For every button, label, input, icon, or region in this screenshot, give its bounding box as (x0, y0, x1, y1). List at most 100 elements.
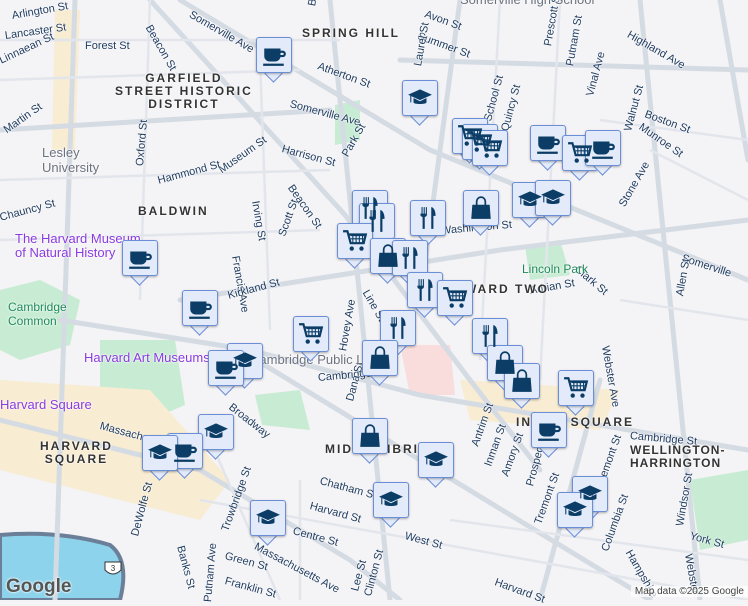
shopping-cart-marker[interactable] (558, 370, 594, 416)
marker-body (362, 340, 398, 376)
neighborhood-label: GARFIELD STREET HISTORIC DISTRICT (115, 71, 253, 111)
shopping-cart-icon (443, 287, 468, 308)
cafe-marker[interactable] (208, 350, 244, 396)
neighborhood-label: BALDWIN (138, 204, 209, 218)
restaurant-marker[interactable] (410, 200, 446, 246)
high-school-label: Somerville High School (460, 0, 594, 7)
shopping-cart-marker[interactable] (437, 280, 473, 326)
street-label: Forest St (85, 40, 130, 52)
school-marker[interactable] (557, 492, 593, 538)
marker-body (198, 414, 234, 450)
shopping-cart-icon (299, 323, 324, 344)
marker-body (142, 435, 178, 471)
shopping-cart-marker[interactable] (337, 223, 373, 269)
school-icon (541, 189, 565, 204)
marker-body (392, 240, 428, 276)
school-icon (563, 501, 587, 516)
school-icon (408, 89, 432, 104)
cafe-icon (537, 136, 560, 154)
marker-body (410, 200, 446, 236)
shopping-bag-marker[interactable] (463, 190, 499, 236)
marker-body (558, 370, 594, 406)
school-icon (256, 509, 280, 524)
marker-body (531, 412, 567, 448)
marker-body (557, 492, 593, 528)
marker-body (535, 180, 571, 216)
marker-body (373, 482, 409, 518)
marker-body (418, 442, 454, 478)
school-marker[interactable] (402, 80, 438, 126)
marker-body (380, 310, 416, 346)
school-icon (379, 491, 403, 506)
neighborhood-label: WELLINGTON-HARRINGTON (630, 443, 726, 470)
marker-body (504, 363, 540, 399)
cafe-icon (538, 423, 561, 441)
restaurant-icon (482, 325, 498, 347)
restaurant-icon (417, 279, 433, 301)
cafe-icon (174, 444, 197, 462)
cafe-icon (592, 141, 615, 159)
shopping-bag-marker[interactable] (504, 363, 540, 409)
shopping-bag-marker[interactable] (352, 418, 388, 464)
cafe-icon (189, 301, 212, 319)
marker-body (530, 125, 566, 161)
shopping-cart-marker[interactable] (472, 130, 508, 176)
university-label: Lesley University (42, 145, 100, 175)
route-3-shield: 3 (104, 561, 122, 575)
marker-body (407, 272, 443, 308)
shopping-cart-marker[interactable] (293, 316, 329, 362)
school-marker[interactable] (198, 414, 234, 460)
marker-body (182, 290, 218, 326)
marker-body (337, 223, 373, 259)
cafe-marker[interactable] (530, 125, 566, 171)
poi-label: Harvard Square (0, 397, 92, 412)
shopping-bag-icon (370, 346, 390, 369)
cafe-marker[interactable] (182, 290, 218, 336)
marker-body (472, 130, 508, 166)
park-label: Lincoln Park (522, 262, 589, 276)
school-marker[interactable] (142, 435, 178, 481)
cafe-marker[interactable] (531, 412, 567, 458)
school-marker[interactable] (250, 500, 286, 546)
neighborhood-label: HARVARD SQUARE (40, 439, 113, 466)
cafe-marker[interactable] (122, 240, 158, 286)
poi-label: Harvard Art Museums (84, 350, 210, 365)
marker-body (402, 80, 438, 116)
restaurant-icon (402, 247, 418, 269)
shopping-bag-marker[interactable] (362, 340, 398, 386)
marker-body (122, 240, 158, 276)
shopping-bag-icon (471, 196, 491, 219)
restaurant-icon (390, 317, 406, 339)
google-logo: Google (6, 576, 72, 597)
shopping-bag-icon (512, 369, 532, 392)
marker-body (256, 37, 292, 73)
school-marker[interactable] (373, 482, 409, 528)
neighborhood-label: SPRING HILL (302, 26, 401, 40)
marker-body (293, 316, 329, 352)
school-icon (148, 444, 172, 459)
marker-body (585, 130, 621, 166)
school-marker[interactable] (418, 442, 454, 488)
shopping-cart-icon (478, 137, 503, 158)
cafe-icon (129, 251, 152, 269)
school-icon (204, 423, 228, 438)
shopping-bag-icon (360, 424, 380, 447)
marker-body (352, 418, 388, 454)
marker-body (437, 280, 473, 316)
marker-body (250, 500, 286, 536)
school-marker[interactable] (535, 180, 571, 226)
route-shield-number: 3 (111, 564, 116, 573)
cafe-marker[interactable] (585, 130, 621, 176)
cafe-icon (263, 48, 286, 66)
cafe-icon (215, 361, 238, 379)
school-icon (424, 451, 448, 466)
marker-body (463, 190, 499, 226)
restaurant-icon (420, 207, 436, 229)
marker-body (208, 350, 244, 386)
cafe-marker[interactable] (256, 37, 292, 83)
shopping-cart-icon (564, 377, 589, 398)
marker-body (472, 318, 508, 354)
neighborhood-label: WARD TWO (465, 282, 549, 296)
shopping-cart-icon (343, 230, 368, 251)
map-attribution[interactable]: Map data ©2025 Google (630, 586, 748, 597)
